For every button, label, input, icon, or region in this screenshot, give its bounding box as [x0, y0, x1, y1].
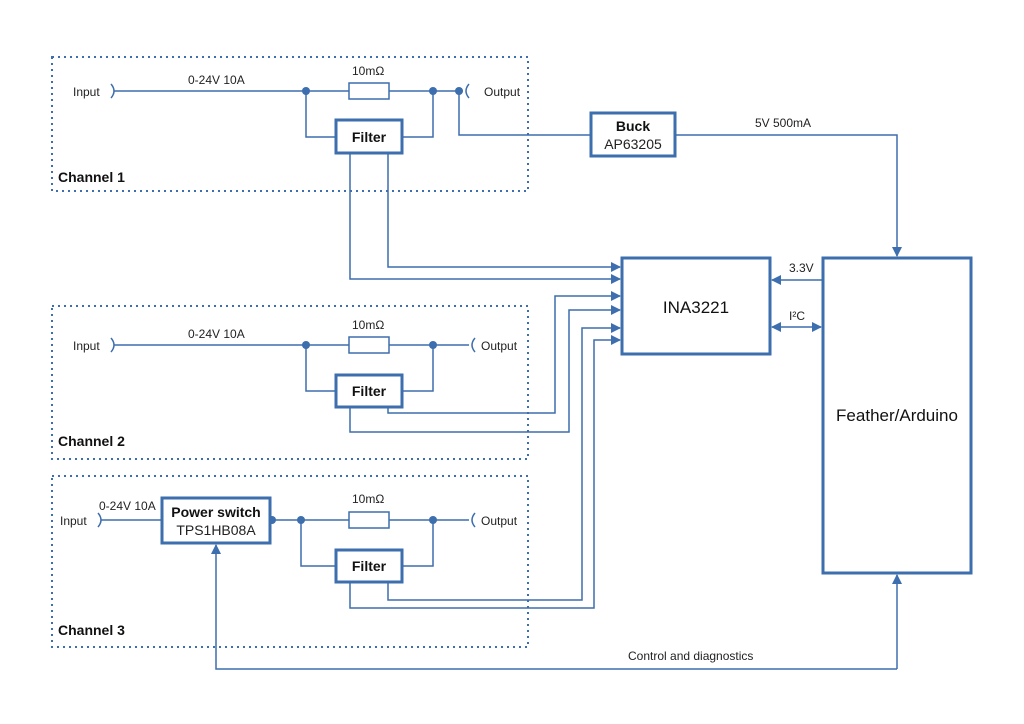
ch2-output-label: Output	[481, 339, 518, 353]
supply-label: 3.3V	[789, 261, 814, 275]
ch2-filter-label: Filter	[352, 383, 387, 399]
mcu-label: Feather/Arduino	[836, 406, 958, 425]
channel-2-label: Channel 2	[58, 433, 125, 449]
ch3-filter-label: Filter	[352, 558, 387, 574]
ch2-rating: 0-24V 10A	[188, 327, 245, 341]
control-label: Control and diagnostics	[628, 649, 753, 663]
ch2-input-label: Input	[73, 339, 100, 353]
i2c-label: I²C	[789, 309, 805, 323]
ch3-output-label: Output	[481, 514, 518, 528]
power-switch-title: Power switch	[171, 504, 260, 520]
ch3-input-label: Input	[60, 514, 87, 528]
ch1-shunt-resistor	[348, 82, 390, 100]
channel-3-label: Channel 3	[58, 622, 125, 638]
ch2-shunt-label: 10mΩ	[352, 318, 384, 332]
ch1-output-label: Output	[484, 85, 521, 99]
ina3221-label: INA3221	[663, 298, 729, 317]
ch3-shunt-label: 10mΩ	[352, 492, 384, 506]
buck-output-label: 5V 500mA	[755, 116, 811, 130]
ch1-filter-label: Filter	[352, 129, 387, 145]
ch1-shunt-label: 10mΩ	[352, 64, 384, 78]
ch3-rating: 0-24V 10A	[99, 499, 156, 513]
buck-part: AP63205	[604, 136, 662, 152]
ch2-shunt-resistor	[348, 336, 390, 354]
block-diagram: Channel 1 Channel 2 Channel 3 Input Outp…	[51, 56, 973, 670]
ch1-rating: 0-24V 10A	[188, 73, 245, 87]
buck-title: Buck	[616, 118, 650, 134]
power-switch-part: TPS1HB08A	[176, 522, 256, 538]
channel-1-label: Channel 1	[58, 169, 125, 185]
ch1-input-label: Input	[73, 85, 100, 99]
ch3-shunt-resistor	[348, 511, 390, 529]
